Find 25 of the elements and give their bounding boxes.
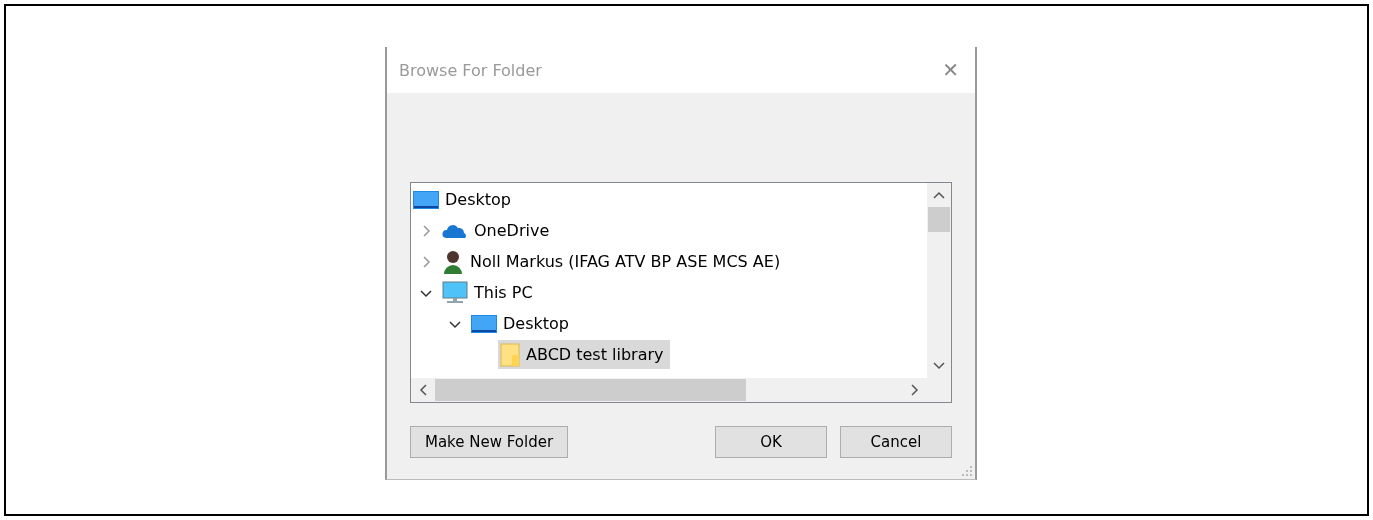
dialog-button[interactable]: Make New Folder [410,426,568,458]
tree-item[interactable]: Noll Markus (IFAG ATV BP ASE MCS AE) [440,247,787,276]
folder-icon [500,342,520,367]
scroll-down-icon[interactable] [933,362,945,370]
monitor-icon [442,280,468,305]
tree-item[interactable]: OneDrive [440,216,556,245]
scroll-thumb[interactable] [435,379,746,401]
dialog-button[interactable]: OK [715,426,827,458]
scroll-left-icon[interactable] [419,384,427,396]
tree-item[interactable]: This PC [440,278,539,307]
window-title: Browse For Folder [399,60,542,80]
dialog-button[interactable]: Cancel [840,426,952,458]
desktop-icon [413,189,439,210]
scroll-thumb[interactable] [928,207,950,232]
tree-item[interactable]: Desktop [411,185,517,214]
tree-item[interactable]: Desktop [469,309,575,338]
horizontal-scrollbar[interactable] [411,378,927,402]
desktop-icon [471,313,497,334]
vertical-scrollbar[interactable] [927,183,951,378]
scroll-right-icon[interactable] [911,384,919,396]
close-button[interactable]: ✕ [938,58,963,82]
tree-item[interactable]: ABCD test library [498,340,670,369]
resize-grip-icon[interactable] [962,466,972,476]
person-icon [442,249,464,274]
scroll-up-icon[interactable] [933,191,945,199]
